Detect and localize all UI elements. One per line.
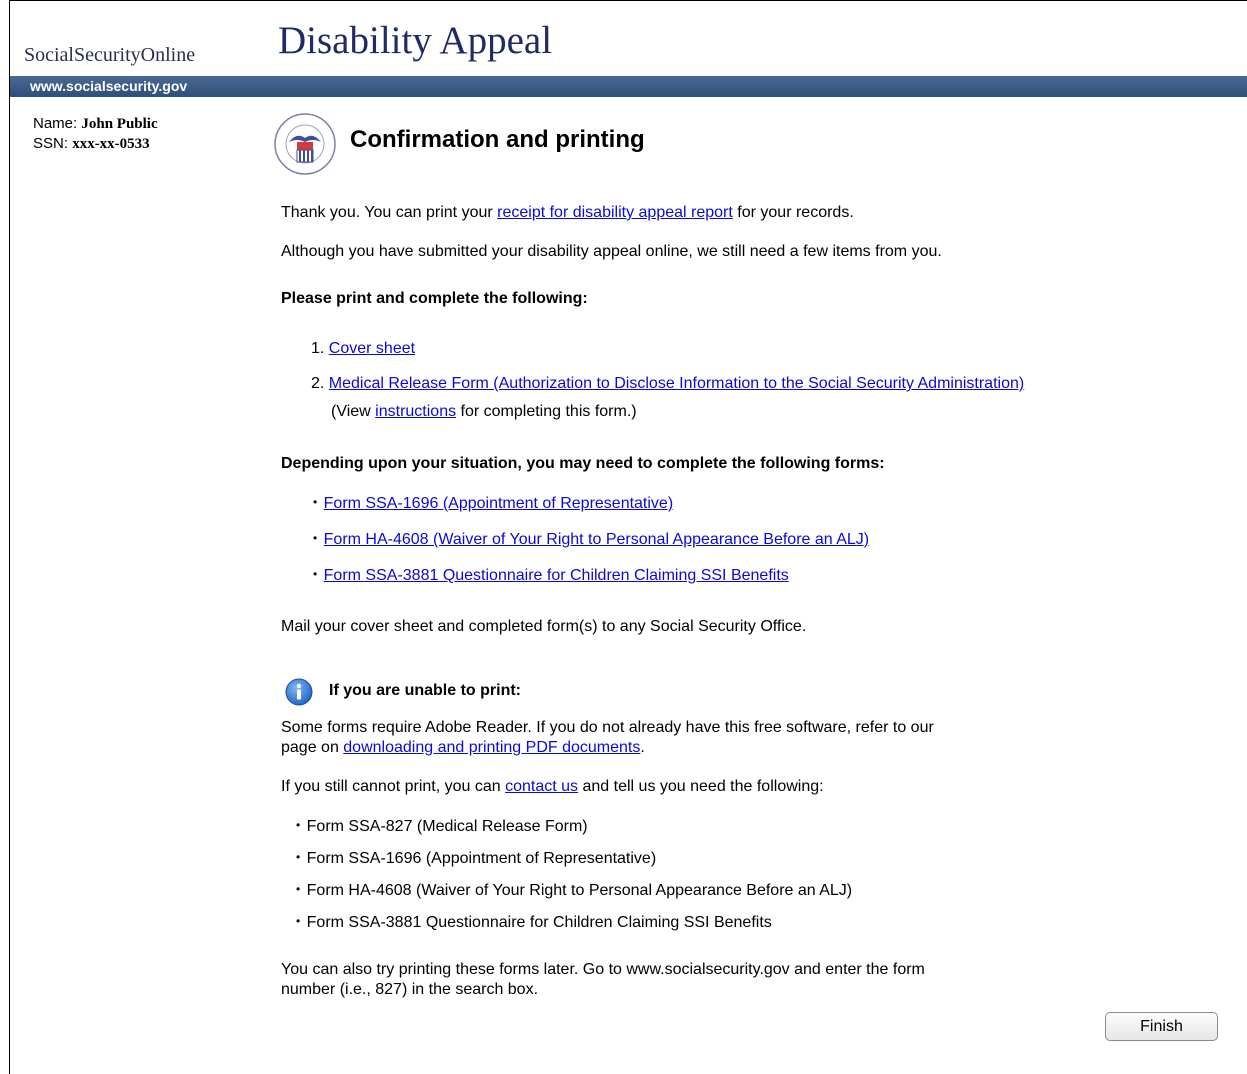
ssa-seal-icon [274, 113, 336, 175]
pdf-help-link[interactable]: downloading and printing PDF documents [343, 739, 640, 756]
contact-prefix: If you still cannot print, you can [281, 778, 506, 795]
bullet: • [296, 914, 301, 928]
section-title: Confirmation and printing [350, 126, 645, 153]
user-name: John Public [81, 116, 158, 132]
bullet: • [313, 495, 318, 509]
ssn-label: SSN: [33, 135, 69, 152]
needed-form-label: Form SSA-827 (Medical Release Form) [306, 818, 588, 835]
although-text: Although you have submitted your disabil… [281, 243, 942, 260]
unable-heading: If you are unable to print: [329, 682, 522, 699]
required-item-number: 2. [311, 375, 325, 392]
optional-heading: Depending upon your situation, you may n… [281, 455, 885, 472]
user-ssn-row: SSN: xxx-xx-0533 [33, 134, 158, 154]
needed-form-item: • Form SSA-1696 (Appointment of Represen… [296, 850, 656, 868]
contact-suffix: and tell us you need the following: [578, 778, 824, 795]
bullet: • [296, 818, 301, 832]
needed-form-label: Form HA-4608 (Waiver of Your Right to Pe… [306, 882, 853, 899]
instructions-line: (View instructions for completing this f… [331, 403, 637, 421]
url-bar: www.socialsecurity.gov [10, 76, 1247, 97]
instructions-suffix: for completing this form.) [456, 403, 637, 420]
adobe-line-2: page on downloading and printing PDF doc… [281, 739, 645, 757]
thanks-line: Thank you. You can print your receipt fo… [281, 204, 854, 222]
finish-button[interactable]: Finish [1105, 1012, 1218, 1041]
adobe-prefix: page on [281, 739, 344, 756]
user-info: Name: John Public SSN: xxx-xx-0533 [33, 114, 158, 154]
optional-form-item: • Form SSA-1696 (Appointment of Represen… [313, 495, 673, 513]
user-ssn: xxx-xx-0533 [72, 136, 150, 152]
optional-form-item: • Form SSA-3881 Questionnaire for Childr… [313, 567, 789, 585]
bullet: • [296, 882, 301, 896]
adobe-line-1: Some forms require Adobe Reader. If you … [281, 719, 934, 736]
site-name: SocialSecurityOnline [24, 44, 196, 66]
contact-line: If you still cannot print, you can conta… [281, 778, 824, 796]
needed-form-item: • Form HA-4608 (Waiver of Your Right to … [296, 882, 852, 900]
medical-release-link[interactable]: Medical Release Form (Authorization to D… [329, 375, 1024, 392]
page-title: Disability Appeal [278, 19, 553, 62]
needed-form-item: • Form SSA-827 (Medical Release Form) [296, 818, 588, 836]
cover-sheet-link[interactable]: Cover sheet [329, 340, 415, 357]
info-icon [285, 678, 313, 706]
mail-text: Mail your cover sheet and completed form… [281, 618, 807, 635]
thanks-suffix: for your records. [732, 204, 854, 221]
later-line-1: You can also try printing these forms la… [281, 961, 925, 978]
needed-form-label: Form SSA-3881 Questionnaire for Children… [306, 914, 772, 931]
needed-form-item: • Form SSA-3881 Questionnaire for Childr… [296, 914, 772, 932]
bullet: • [313, 531, 318, 545]
adobe-suffix: . [640, 739, 645, 756]
later-line-2: number (i.e., 827) in the search box. [281, 981, 539, 998]
required-item-1: 1. Cover sheet [311, 340, 415, 358]
required-item-number: 1. [311, 340, 325, 357]
needed-form-label: Form SSA-1696 (Appointment of Representa… [306, 850, 657, 867]
bullet: • [296, 850, 301, 864]
print-heading: Please print and complete the following: [281, 290, 588, 307]
form-ssa-1696-link[interactable]: Form SSA-1696 (Appointment of Representa… [324, 495, 674, 512]
receipt-link[interactable]: receipt for disability appeal report [497, 204, 733, 221]
instructions-prefix: (View [331, 403, 376, 420]
user-name-row: Name: John Public [33, 114, 158, 134]
form-ha-4608-link[interactable]: Form HA-4608 (Waiver of Your Right to Pe… [324, 531, 869, 548]
bullet: • [313, 567, 318, 581]
instructions-link[interactable]: instructions [375, 403, 456, 420]
contact-us-link[interactable]: contact us [505, 778, 578, 795]
name-label: Name: [33, 115, 78, 132]
optional-form-item: • Form HA-4608 (Waiver of Your Right to … [313, 531, 869, 549]
form-ssa-3881-link[interactable]: Form SSA-3881 Questionnaire for Children… [324, 567, 789, 584]
required-item-2: 2. Medical Release Form (Authorization t… [311, 375, 1024, 393]
thanks-prefix: Thank you. You can print your [281, 204, 498, 221]
